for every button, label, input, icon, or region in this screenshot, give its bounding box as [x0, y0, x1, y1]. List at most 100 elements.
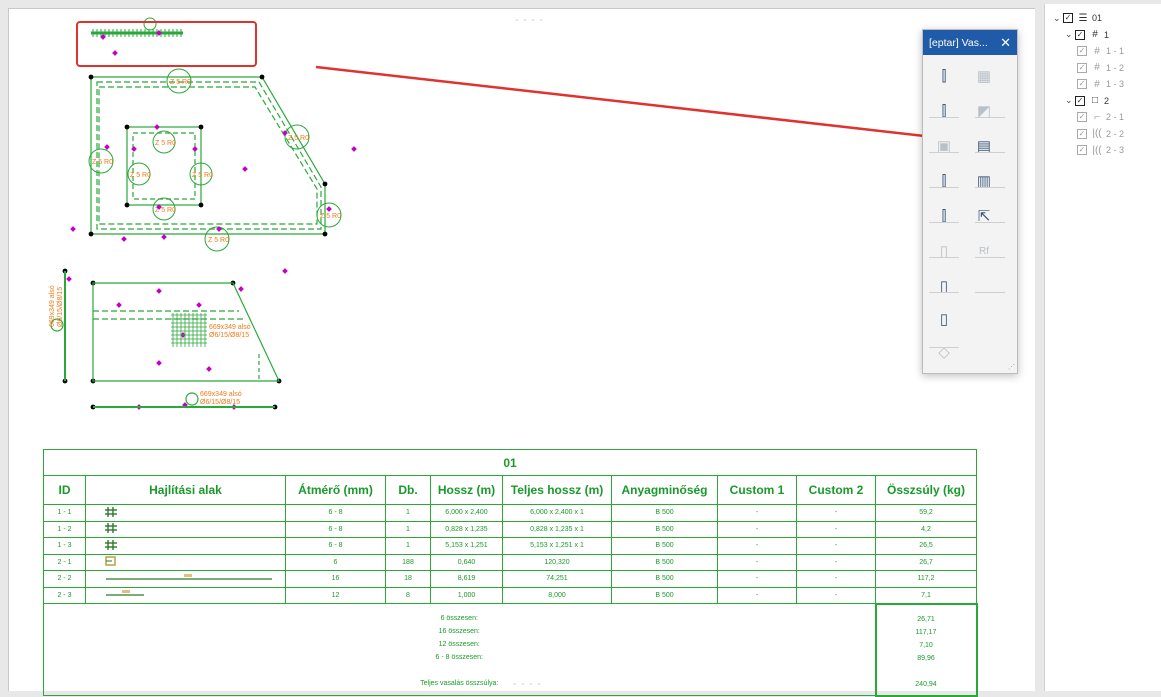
palette-title-bar[interactable]: [eptar] Vas... ✕ — [923, 30, 1017, 55]
tree-item[interactable]: ✓ #1 - 3 — [1077, 76, 1124, 92]
slab-icon: ◇ — [938, 344, 950, 361]
summary-labels: 6 összesen: 16 összesen: 12 összesen: 6 - 8… — [43, 603, 876, 696]
vertex-node — [259, 74, 265, 80]
svg-text:669x349 alsó: 669x349 alsó — [49, 285, 56, 327]
edit-handle — [326, 206, 332, 212]
slab-section-view — [50, 271, 280, 408]
checkbox[interactable]: ✓ — [1077, 128, 1087, 139]
tree-item[interactable]: ✓ #1 - 2 — [1077, 60, 1124, 76]
vertex-node — [322, 181, 328, 187]
summary-label: 16 összesen: — [438, 628, 480, 635]
cell-total: 6,000 x 2,400 x 1 — [502, 504, 612, 522]
cell-len: 0,640 — [430, 553, 503, 571]
vertex-node — [88, 231, 94, 237]
tree-item[interactable]: ✓ |((2 - 2 — [1077, 126, 1124, 142]
edit-handle — [206, 366, 212, 372]
table-row[interactable]: 1 - 3 6 - 8 1 5,153 x 1,251 5,153 x 1,251 x … — [43, 537, 977, 555]
svg-text:Ø6/15/Ø8/15: Ø6/15/Ø8/15 — [200, 399, 240, 406]
export-button[interactable]: ⇱ — [971, 205, 997, 227]
reference-icon: Rf — [979, 245, 989, 257]
bending-shape-cell — [85, 586, 286, 604]
checkbox[interactable]: ✓ — [1063, 13, 1073, 23]
palette-separator — [929, 292, 959, 293]
mesh-shape-icon — [105, 539, 117, 550]
table-row[interactable]: 2 - 3 12 8 1,000 8,000 B 500- -7,1 — [43, 586, 977, 604]
edit-handle — [192, 146, 198, 152]
checkbox[interactable]: ✓ — [1077, 46, 1087, 56]
tree-item[interactable]: ✓ |((2 - 3 — [1077, 142, 1124, 158]
stirrup-button[interactable]: ▯ — [931, 275, 957, 297]
drawing-canvas[interactable]: - - - - - - - - Z 5 R0 Z 5 R0 Z 5 R0 Z 5 R0… — [8, 8, 1035, 697]
cell-d: 16 — [285, 570, 386, 588]
cell-total: 8,000 — [502, 586, 612, 604]
mesh-icon: # — [1094, 62, 1100, 73]
schedule-settings-button[interactable]: ▥ — [971, 170, 997, 192]
cell-d: 6 - 8 — [285, 520, 386, 538]
rebar-callout-label: Z 5 R0 — [155, 140, 176, 147]
rebar-tool-palette[interactable]: [eptar] Vas... ✕ ⫿ ▦ ⫿ ◩ ▣ ▤ ⫿ ▥ ⫿ ⇱ ▯ Rf ▯ ▯ ◇ ⋰ — [922, 29, 1018, 374]
summary-label: 12 összesen: — [438, 641, 480, 648]
checkbox[interactable]: ✓ — [1075, 29, 1085, 40]
cell-db: 1 — [385, 504, 431, 522]
cell-len: 0,828 x 1,235 — [430, 520, 503, 538]
mesh-icon: # — [1094, 45, 1100, 57]
table-row[interactable]: 2 - 1 6 188 0,640 120,320 B 500- -26,7 — [43, 553, 977, 571]
summary-label: 6 összesen: — [440, 615, 478, 622]
resize-grip-icon[interactable]: ⋰ — [1008, 363, 1015, 371]
bending-shape-cell — [85, 570, 286, 588]
table-header-row: ID Hajlítási alak Átmérő (mm) Db. Hossz (m) T… — [43, 475, 977, 505]
annotation-arrow — [315, 65, 967, 147]
schedule-table-button[interactable]: ▤ — [971, 135, 997, 157]
tree-item[interactable]: ⌄ ✓ □ 2 — [1065, 93, 1109, 109]
table-row[interactable]: 1 - 2 6 - 8 1 0,828 x 1,235 0,828 x 1,235 x … — [43, 520, 977, 538]
edit-handle — [70, 226, 76, 232]
chevron-down-icon[interactable]: ⌄ — [1053, 13, 1063, 24]
checkbox[interactable]: ✓ — [1077, 145, 1087, 155]
rebar-edit-button[interactable]: ⫿ — [931, 100, 957, 122]
tree-item[interactable]: ✓ ⌐ 2 - 1 — [1077, 109, 1124, 125]
tree-item[interactable]: ⌄ ✓ ☰ 01 — [1053, 10, 1102, 26]
edit-handle — [121, 236, 127, 242]
rebar-copy-button[interactable]: ⫿ — [931, 170, 957, 192]
cell-mat: B 500 — [611, 586, 718, 604]
cell-mat: B 500 — [611, 504, 718, 522]
summary-value — [877, 665, 976, 678]
svg-text:Ø6/15/Ø8/15: Ø6/15/Ø8/15 — [57, 287, 64, 327]
edit-handle — [154, 124, 160, 130]
cell-c2: - — [796, 520, 876, 538]
table-row[interactable]: 2 - 2 16 18 8,619 74,251 B 500- -117,2 — [43, 570, 977, 588]
summary-values: 26,71 117,17 7,10 89,96 240,94 — [874, 602, 978, 697]
tree-item-label: 1 — [1104, 29, 1110, 40]
chevron-down-icon[interactable]: ⌄ — [1065, 95, 1075, 106]
tree-item[interactable]: ⌄ ✓ #1 — [1065, 27, 1109, 43]
short-bar-shape-icon — [106, 590, 144, 596]
cell-c2: - — [796, 586, 876, 604]
edit-handle — [131, 146, 137, 152]
cell-d: 6 — [285, 553, 386, 571]
list-icon: ☰ — [1078, 12, 1088, 24]
checkbox[interactable]: ✓ — [1075, 95, 1085, 106]
checkbox[interactable]: ✓ — [1077, 112, 1087, 122]
mesh-place-button: ▦ — [971, 65, 997, 87]
stirrup-edit-button[interactable]: ▯ — [931, 308, 957, 330]
checkbox[interactable]: ✓ — [1077, 79, 1087, 89]
summary-value: 89,96 — [917, 654, 935, 662]
schedule-tree-panel[interactable]: ⌄ ✓ ☰ 01 ⌄ ✓ #1 ✓ #1 - 1 ✓ #1 - 2 ✓ #1 - 3 ⌄ ✓ □ 2 ✓ ⌐ 2 - … — [1044, 4, 1161, 691]
mesh-icon: # — [1094, 78, 1100, 90]
svg-text:Ø6/15/Ø8/15: Ø6/15/Ø8/15 — [209, 332, 249, 339]
checkbox[interactable]: ✓ — [1077, 62, 1087, 73]
cell-c1: - — [717, 537, 797, 555]
cell-db: 18 — [385, 570, 431, 588]
rebar-callout-label: Z 5 R0 — [208, 237, 229, 244]
vertex-node — [198, 124, 204, 130]
rebar-place-button[interactable]: ⫿ — [931, 65, 957, 87]
vertex-node — [124, 202, 130, 208]
chevron-down-icon[interactable]: ⌄ — [1065, 29, 1075, 40]
summary-value: 117,17 — [915, 628, 937, 636]
tree-item[interactable]: ✓ #1 - 1 — [1077, 43, 1124, 59]
cell-c2: - — [796, 504, 876, 522]
close-icon[interactable]: ✕ — [1000, 35, 1011, 51]
cell-total: 5,153 x 1,251 x 1 — [502, 537, 612, 555]
table-row[interactable]: 1 - 1 6 - 8 1 6,000 x 2,400 6,000 x 2,400 x … — [43, 504, 977, 522]
rebar-refresh-button[interactable]: ⫿ — [931, 205, 957, 227]
